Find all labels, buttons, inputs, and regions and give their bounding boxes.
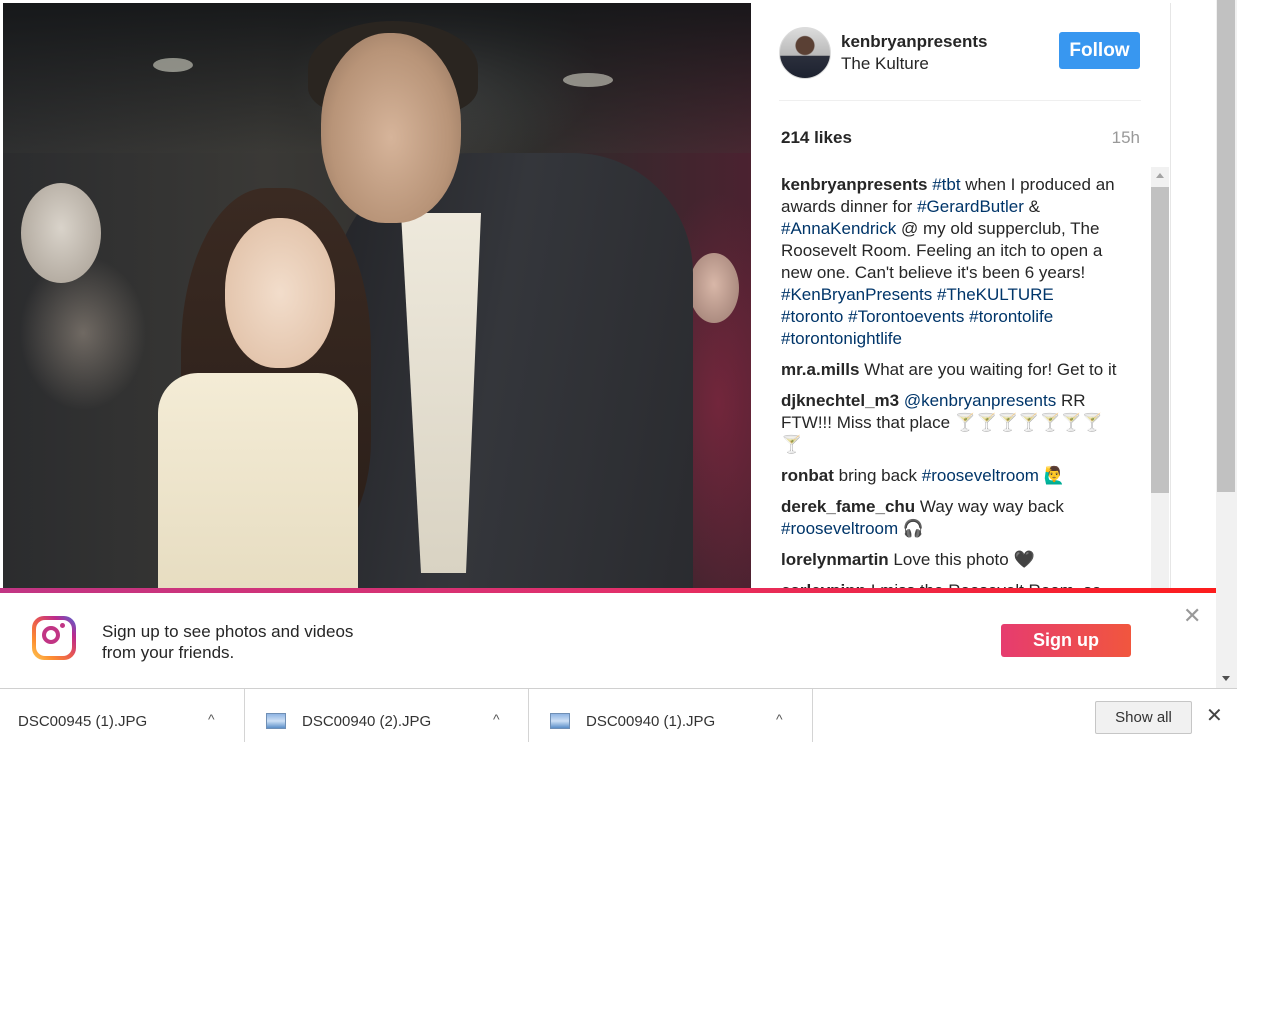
hashtag-link[interactable]: #GerardButler: [917, 197, 1024, 216]
comments-scrollbar[interactable]: [1151, 167, 1169, 597]
browser-viewport: kenbryanpresents The Kulture Follow 214 …: [0, 0, 1237, 688]
comment-text: What are you waiting for! Get to it: [859, 360, 1117, 379]
download-item[interactable]: DSC00940 (2).JPG ^: [245, 689, 529, 742]
hashtag-link[interactable]: #tbt: [932, 175, 960, 194]
close-icon[interactable]: ✕: [1183, 605, 1201, 627]
hashtag-link[interactable]: #AnnaKendrick: [781, 219, 896, 238]
comment-text: &: [1023, 197, 1040, 216]
comment: kenbryanpresents #tbt when I produced an…: [781, 174, 1119, 350]
hashtag-link[interactable]: #KenBryanPresents: [781, 285, 932, 304]
comment-text: 🙋‍♂️: [1038, 466, 1065, 485]
post-time[interactable]: 15h: [1112, 128, 1140, 148]
comment-text: bring back: [833, 466, 922, 485]
image-file-icon: [266, 713, 286, 729]
avatar[interactable]: [779, 27, 831, 79]
chevron-up-icon[interactable]: ^: [493, 711, 500, 727]
download-filename[interactable]: DSC00945 (1).JPG: [18, 713, 147, 730]
post-details-panel: kenbryanpresents The Kulture Follow 214 …: [751, 3, 1171, 603]
comment-username[interactable]: kenbryanpresents: [781, 175, 927, 194]
hashtag-link[interactable]: #TheKULTURE: [937, 285, 1054, 304]
background-person: [689, 253, 739, 323]
comment-username[interactable]: lorelynmartin: [781, 550, 889, 569]
comment: djknechtel_m3 @kenbryanpresents RR FTW!!…: [781, 390, 1119, 456]
man-face: [321, 33, 461, 223]
signup-button[interactable]: Sign up: [1001, 624, 1131, 657]
comment-text: 🎧: [898, 519, 925, 538]
hashtag-link[interactable]: #rooseveltroom: [922, 466, 1039, 485]
image-file-icon: [550, 713, 570, 729]
instagram-dot-icon: [60, 623, 65, 628]
follow-button[interactable]: Follow: [1059, 32, 1140, 69]
comment-text: Way way way back: [915, 497, 1064, 516]
scroll-down-arrow-icon[interactable]: [1222, 676, 1230, 681]
download-filename[interactable]: DSC00940 (1).JPG: [586, 713, 715, 730]
instagram-logo-icon: [32, 616, 76, 660]
window-scrollbar[interactable]: [1216, 0, 1237, 688]
post-header: kenbryanpresents The Kulture Follow: [779, 27, 1141, 101]
download-shelf: DSC00945 (1).JPG ^ DSC00940 (2).JPG ^ DS…: [0, 688, 1237, 750]
hashtag-link[interactable]: #Torontoevents: [848, 307, 964, 326]
comment-text: Love this photo 🖤: [888, 550, 1035, 569]
signup-banner: Sign up to see photos and videos from yo…: [0, 588, 1216, 688]
hashtag-link[interactable]: #torontolife: [969, 307, 1053, 326]
comment-username[interactable]: mr.a.mills: [781, 360, 859, 379]
hashtag-link[interactable]: #rooseveltroom: [781, 519, 898, 538]
download-item[interactable]: DSC00945 (1).JPG ^: [0, 689, 245, 742]
chevron-up-icon[interactable]: ^: [776, 711, 783, 727]
comment: lorelynmartin Love this photo 🖤: [781, 549, 1119, 571]
ceiling-light: [153, 58, 193, 72]
hashtag-link[interactable]: @kenbryanpresents: [904, 391, 1056, 410]
banner-message: Sign up to see photos and videos from yo…: [102, 621, 353, 663]
show-all-button[interactable]: Show all: [1095, 701, 1192, 734]
banner-line-2: from your friends.: [102, 643, 235, 662]
download-item[interactable]: DSC00940 (1).JPG ^: [529, 689, 813, 742]
scroll-up-arrow-icon[interactable]: [1156, 173, 1164, 178]
download-filename[interactable]: DSC00940 (2).JPG: [302, 713, 431, 730]
ceiling-light: [563, 73, 613, 87]
hashtag-link[interactable]: #toronto: [781, 307, 843, 326]
comment-username[interactable]: djknechtel_m3: [781, 391, 899, 410]
post-location[interactable]: The Kulture: [841, 54, 929, 74]
woman-face: [225, 218, 335, 368]
comment: derek_fame_chu Way way way back #rooseve…: [781, 496, 1119, 540]
scrollbar-thumb[interactable]: [1151, 187, 1169, 493]
woman-dress: [158, 373, 358, 603]
chevron-up-icon[interactable]: ^: [208, 711, 215, 727]
comment-username[interactable]: ronbat: [781, 466, 834, 485]
comment: mr.a.mills What are you waiting for! Get…: [781, 359, 1119, 381]
post-username[interactable]: kenbryanpresents: [841, 32, 987, 52]
background-person: [21, 183, 101, 283]
comment: ronbat bring back #rooseveltroom 🙋‍♂️: [781, 465, 1119, 487]
comment-username[interactable]: derek_fame_chu: [781, 497, 915, 516]
banner-line-1: Sign up to see photos and videos: [102, 622, 354, 641]
close-icon[interactable]: ✕: [1206, 706, 1223, 726]
window-scrollbar-thumb[interactable]: [1217, 0, 1235, 492]
hashtag-link[interactable]: #torontonightlife: [781, 329, 902, 348]
post-photo[interactable]: [3, 3, 751, 603]
likes-count[interactable]: 214 likes: [781, 128, 852, 148]
instagram-lens-icon: [42, 626, 60, 644]
comments-list: kenbryanpresents #tbt when I produced an…: [781, 174, 1119, 594]
banner-gradient-stripe: [0, 588, 1216, 593]
